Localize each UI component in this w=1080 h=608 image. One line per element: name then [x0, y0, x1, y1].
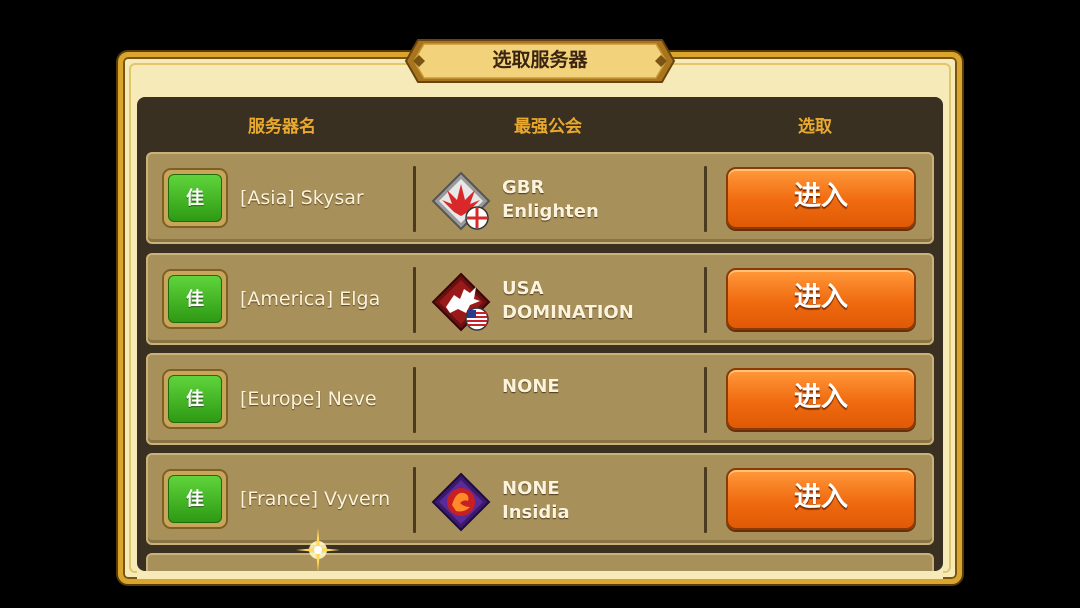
- server-row[interactable]: 佳 [Europe] Neve NONE 进入: [146, 353, 934, 445]
- server-status-label: 佳: [168, 174, 222, 222]
- guild-text: USA DOMINATION: [502, 277, 634, 325]
- guild-name: Insidia: [502, 502, 570, 523]
- column-divider: [704, 166, 707, 232]
- server-row[interactable]: 佳 [France] Vyvern NONE Insidia 进入: [146, 453, 934, 545]
- server-status-label: 佳: [168, 275, 222, 323]
- column-header-top-guild: 最强公会: [514, 117, 582, 137]
- frame-bottom-edge: [137, 571, 943, 579]
- sparkle-effect-icon: [296, 528, 340, 572]
- server-row[interactable]: 佳 [America] Elga USA DOMINATION 进入: [146, 253, 934, 345]
- enter-button[interactable]: 进入: [726, 268, 916, 330]
- guild-country: NONE: [502, 478, 560, 499]
- guild-text: NONE Insidia: [502, 477, 570, 525]
- column-divider: [704, 267, 707, 333]
- server-name: [Asia] Skysar: [240, 187, 364, 209]
- column-divider: [413, 367, 416, 433]
- server-name: [Europe] Neve: [240, 388, 377, 410]
- griffin-emblem-icon: [431, 272, 491, 332]
- server-status-badge: 佳: [162, 168, 228, 228]
- guild-country: NONE: [502, 376, 560, 397]
- server-row[interactable]: 佳 [Asia] Skysar GBR Enlighten 进入: [146, 152, 934, 244]
- server-status-badge: 佳: [162, 469, 228, 529]
- guild-country: USA: [502, 278, 544, 299]
- guild-name: DOMINATION: [502, 302, 634, 323]
- column-divider: [704, 467, 707, 533]
- column-header-select: 选取: [798, 117, 832, 137]
- server-name: [America] Elga: [240, 288, 381, 310]
- column-divider: [413, 267, 416, 333]
- guild-name: Enlighten: [502, 201, 599, 222]
- enter-button[interactable]: 进入: [726, 167, 916, 229]
- column-header-server-name: 服务器名: [248, 117, 316, 137]
- dialog-title: 选取服务器: [492, 49, 588, 71]
- server-status-badge: 佳: [162, 369, 228, 429]
- guild-text: NONE: [502, 375, 560, 399]
- purple-phoenix-emblem-icon: [431, 472, 491, 532]
- guild-text: GBR Enlighten: [502, 176, 599, 224]
- enter-button[interactable]: 进入: [726, 368, 916, 430]
- phoenix-wings-emblem-icon: [431, 171, 491, 231]
- server-status-badge: 佳: [162, 269, 228, 329]
- server-status-label: 佳: [168, 375, 222, 423]
- column-divider: [704, 367, 707, 433]
- enter-button[interactable]: 进入: [726, 468, 916, 530]
- title-plate: 选取服务器: [404, 38, 676, 84]
- guild-country: GBR: [502, 177, 545, 198]
- server-status-label: 佳: [168, 475, 222, 523]
- column-divider: [413, 467, 416, 533]
- column-divider: [413, 166, 416, 232]
